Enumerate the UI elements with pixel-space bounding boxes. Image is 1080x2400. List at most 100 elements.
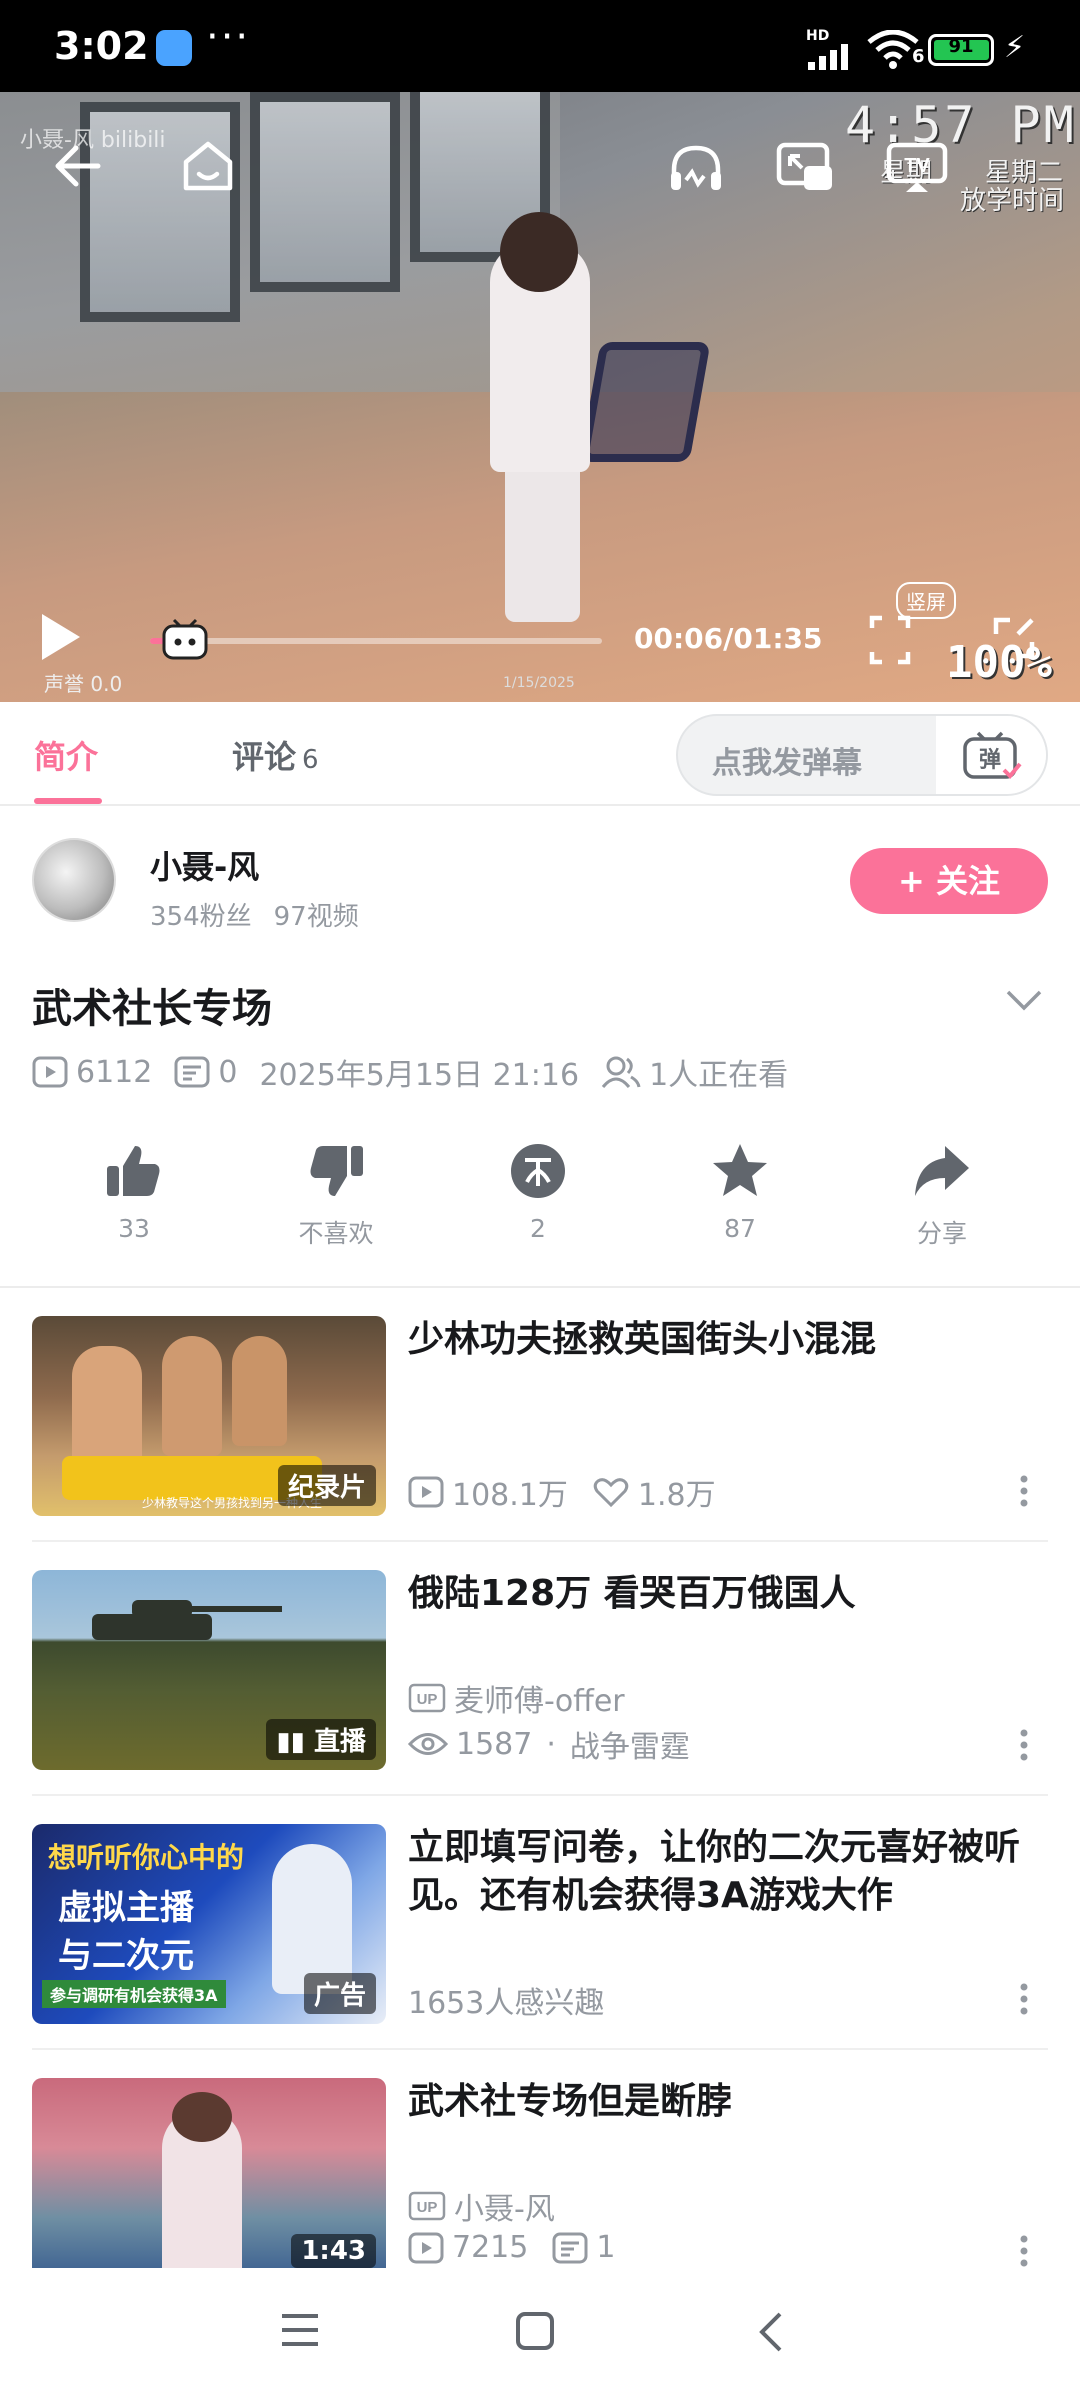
uploader-avatar[interactable] (32, 838, 116, 922)
game-period: 放学时间 (960, 186, 1065, 216)
menu-nav-icon[interactable] (278, 2310, 322, 2350)
more-options-icon[interactable] (1018, 1982, 1030, 2016)
svg-text:UP: UP (417, 1691, 438, 1708)
play-count: 108.1万 (452, 1478, 568, 1513)
uploader-followers: 354粉丝 (150, 902, 252, 932)
back-arrow-icon[interactable] (52, 144, 102, 188)
video-thumbnail[interactable]: ▮▮ 直播 (32, 1570, 386, 1770)
coin-button[interactable]: 2 (468, 1140, 608, 1243)
wifi-generation-label: 6 (912, 46, 925, 67)
favorite-count: 87 (724, 1214, 756, 1243)
expand-chevron-icon[interactable] (1004, 988, 1044, 1012)
duration-badge: 1:43 (291, 2234, 376, 2268)
recommended-video-4[interactable]: 1:43 武术社专场但是断脖 UP 小聂-风 7215 1 (0, 2078, 1080, 2268)
danmaku-placeholder: 点我发弹幕 (712, 746, 862, 781)
video-thumbnail[interactable]: 少林教导这个男孩找到另一种人生 纪录片 (32, 1316, 386, 1516)
listen-mode-icon[interactable] (668, 142, 724, 194)
recommended-video-1[interactable]: 少林教导这个男孩找到另一种人生 纪录片 少林功夫拯救英国街头小混混 108.1万… (0, 1316, 1080, 1570)
video-thumbnail[interactable]: 1:43 (32, 2078, 386, 2268)
danmaku-settings-button[interactable]: 弹 (936, 716, 1046, 794)
interest-count: 1653人感兴趣 (408, 1986, 605, 2021)
home-icon[interactable] (180, 138, 236, 194)
cast-tv-icon[interactable]: TV (886, 142, 948, 194)
home-nav-icon[interactable] (514, 2310, 556, 2352)
uploader-video-count: 97视频 (273, 902, 359, 932)
tab-intro[interactable]: 简介 (34, 732, 98, 778)
ad-line-3: 与二次元 (58, 1936, 194, 1976)
play-count: 6112 (76, 1054, 153, 1090)
watching-now: 1人正在看 (649, 1058, 789, 1093)
feed-divider (32, 1794, 1048, 1796)
app-notification-icon (156, 30, 192, 66)
danmaku-count: 0 (218, 1054, 238, 1090)
more-options-icon[interactable] (1018, 2234, 1030, 2268)
like-button[interactable]: 33 (64, 1140, 204, 1243)
type-badge: ▮▮ 直播 (266, 1719, 376, 1760)
video-player[interactable]: 小聂-风 bilibili 4:57 PM 星期 星期二 放学时间 声誉 0.0… (0, 92, 1080, 702)
status-time: 3:02 (54, 24, 149, 68)
dislike-button[interactable]: 不喜欢 (266, 1140, 406, 1250)
tab-active-indicator (34, 798, 102, 804)
status-bar: 3:02 ··· HD 6 91 ⚡ (0, 0, 1080, 92)
ad-badge: 广告 (303, 1973, 376, 2014)
up-badge-icon: UP (408, 1683, 446, 1713)
game-clock: 4:57 PM (845, 96, 1077, 154)
like-count: 33 (118, 1214, 150, 1243)
more-notifications-icon: ··· (206, 14, 251, 60)
heart-icon (593, 1478, 629, 1508)
danmaku-button-label: 弹 (979, 748, 1001, 773)
type-badge: 纪录片 (277, 1465, 376, 1506)
danmaku-input[interactable]: 点我发弹幕 弹 (676, 714, 1048, 796)
live-category: 战争雷霆 (569, 1730, 690, 1765)
recommended-title: 少林功夫拯救英国街头小混混 (408, 1319, 877, 1360)
recommended-ad[interactable]: 想听听你心中的 虚拟主播 与二次元 参与调研有机会获得3A 广告 立即填写问卷，… (0, 1824, 1080, 2078)
uploader-name: 麦师傅-offer (454, 1684, 625, 1719)
recommended-video-2[interactable]: ▮▮ 直播 俄陆128万 看哭百万俄国人 UP 麦师傅-offer 1587 ·… (0, 1570, 1080, 1824)
danmaku-count-icon (174, 1056, 210, 1088)
battery-icon: 91 (928, 34, 994, 66)
thumbs-down-icon (310, 1146, 363, 1196)
viewers-icon (601, 1056, 641, 1088)
svg-text:TV: TV (904, 155, 930, 177)
favorite-button[interactable]: 87 (670, 1140, 810, 1243)
progress-bar[interactable] (150, 638, 602, 644)
play-count: 7215 (452, 2230, 529, 2265)
follow-button[interactable]: + 关注 (850, 848, 1048, 914)
chair-graphic (579, 342, 711, 462)
thumbs-up-icon (107, 1146, 160, 1196)
section-divider (0, 1286, 1080, 1288)
play-icon[interactable] (38, 610, 84, 664)
more-options-icon[interactable] (1018, 1474, 1030, 1508)
video-title: 武术社长专场 (32, 986, 272, 1032)
picture-in-picture-icon[interactable] (776, 142, 834, 194)
recommended-title: 立即填写问卷，让你的二次元喜好被听见。还有机会获得3A游戏大作 (408, 1827, 1021, 1916)
signal-icon (808, 44, 848, 70)
eye-icon (408, 1733, 448, 1755)
game-date: 1/15/2025 (503, 675, 575, 691)
tab-comments-label: 评论 (232, 738, 297, 776)
dislike-label: 不喜欢 (298, 1219, 374, 1248)
danmaku-count: 1 (596, 2230, 616, 2265)
battery-level: 91 (948, 36, 974, 57)
back-nav-icon[interactable] (756, 2310, 786, 2354)
share-button[interactable]: 分享 (872, 1140, 1012, 1250)
live-label: 直播 (313, 1727, 366, 1757)
uploader-stats: 354粉丝 97视频 (150, 896, 359, 933)
uploader-name[interactable]: 小聂-风 (150, 842, 259, 888)
recommended-title: 俄陆128万 看哭百万俄国人 (408, 1573, 856, 1614)
ad-headline: 想听听你心中的 (48, 1841, 245, 1874)
more-options-icon[interactable] (1018, 1728, 1030, 1762)
portrait-fullscreen-icon[interactable] (868, 614, 912, 666)
ad-thumbnail[interactable]: 想听听你心中的 虚拟主播 与二次元 参与调研有机会获得3A 广告 (32, 1824, 386, 2024)
share-label: 分享 (916, 1219, 967, 1248)
star-icon (713, 1144, 767, 1196)
ad-line-2: 虚拟主播 (58, 1888, 194, 1928)
recommended-title: 武术社专场但是断脖 (408, 2081, 733, 2122)
play-count-icon (408, 2232, 444, 2263)
feed-divider (32, 2048, 1048, 2050)
fullscreen-icon[interactable] (992, 616, 1036, 660)
tab-comments[interactable]: 评论 6 (232, 732, 319, 778)
danmaku-tv-icon: 弹 (963, 731, 1022, 779)
svg-text:UP: UP (417, 2199, 438, 2216)
progress-thumb-tv-icon[interactable] (162, 618, 208, 662)
